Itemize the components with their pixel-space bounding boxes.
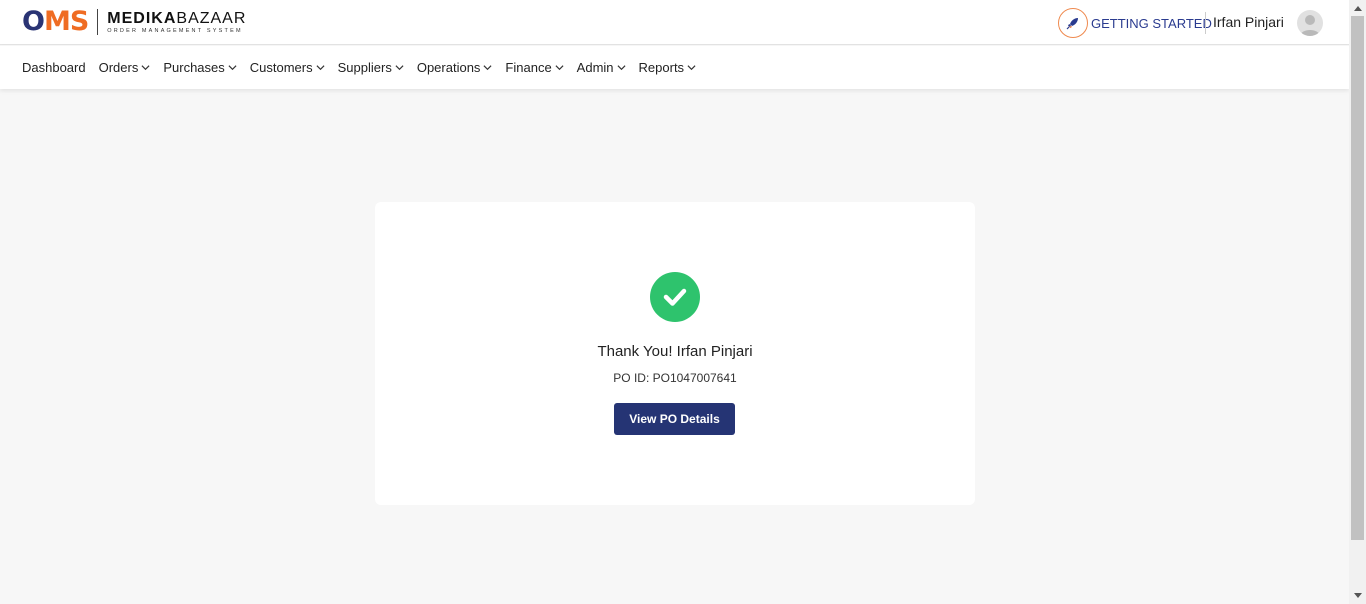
chevron-down-icon — [555, 65, 564, 71]
logo-divider — [97, 9, 99, 35]
logo-oms-text: OMS — [22, 6, 89, 38]
logo-subtitle: ORDER MANAGEMENT SYSTEM — [107, 27, 243, 34]
nav-suppliers[interactable]: Suppliers — [338, 60, 404, 75]
getting-started-label: GETTING STARTED — [1091, 15, 1212, 31]
logo-ms: MS — [43, 6, 89, 37]
chevron-down-icon — [228, 65, 237, 71]
nav-label: Admin — [576, 60, 614, 75]
chevron-down-icon — [395, 65, 404, 71]
scrollbar-thumb[interactable] — [1351, 16, 1364, 540]
nav-purchases[interactable]: Purchases — [163, 60, 237, 75]
chevron-down-icon — [316, 65, 325, 71]
header-divider — [1205, 12, 1206, 34]
nav-admin[interactable]: Admin — [577, 60, 626, 75]
nav-label: Purchases — [163, 60, 225, 75]
chevron-down-icon — [141, 65, 150, 71]
chevron-down-icon — [687, 65, 696, 71]
nav-customers[interactable]: Customers — [250, 60, 325, 75]
main-nav: Dashboard Orders Purchases Customers Sup… — [0, 46, 1349, 89]
check-circle-icon — [650, 272, 700, 322]
rocket-icon — [1058, 8, 1088, 38]
nav-label: Suppliers — [337, 60, 392, 75]
scroll-down-arrow-icon[interactable] — [1349, 588, 1366, 604]
view-po-details-button[interactable]: View PO Details — [614, 403, 735, 435]
nav-label: Reports — [638, 60, 685, 75]
nav-label: Orders — [98, 60, 139, 75]
nav-operations[interactable]: Operations — [417, 60, 493, 75]
logo-wordmark: MEDIKABAZAAR ORDER MANAGEMENT SYSTEM — [107, 10, 246, 35]
logo-brand: MEDIKABAZAAR — [107, 10, 246, 27]
nav-dashboard[interactable]: Dashboard — [22, 60, 86, 75]
nav-orders[interactable]: Orders — [99, 60, 151, 75]
po-id-text: PO ID: PO1047007641 — [613, 371, 737, 385]
thank-you-message: Thank You! Irfan Pinjari — [597, 343, 753, 360]
nav-label: Operations — [416, 60, 481, 75]
vertical-scrollbar[interactable] — [1349, 0, 1366, 604]
nav-label: Finance — [505, 60, 552, 75]
oms-logo[interactable]: OMS MEDIKABAZAAR ORDER MANAGEMENT SYSTEM — [22, 6, 246, 38]
nav-label: Customers — [249, 60, 313, 75]
chevron-down-icon — [483, 65, 492, 71]
logo-brand-bold: MEDIKA — [107, 9, 177, 27]
getting-started-button[interactable]: GETTING STARTED — [1058, 8, 1212, 38]
po-confirmation-card: Thank You! Irfan Pinjari PO ID: PO104700… — [375, 202, 975, 505]
user-name[interactable]: Irfan Pinjari — [1213, 14, 1284, 30]
top-header: OMS MEDIKABAZAAR ORDER MANAGEMENT SYSTEM… — [0, 0, 1349, 45]
chevron-down-icon — [617, 65, 626, 71]
nav-reports[interactable]: Reports — [639, 60, 697, 75]
nav-finance[interactable]: Finance — [505, 60, 564, 75]
logo-brand-rest: BAZAAR — [176, 9, 247, 27]
logo-o: O — [22, 6, 45, 37]
nav-label: Dashboard — [22, 60, 86, 75]
scroll-up-arrow-icon[interactable] — [1349, 0, 1366, 16]
user-avatar-icon[interactable] — [1297, 10, 1323, 36]
